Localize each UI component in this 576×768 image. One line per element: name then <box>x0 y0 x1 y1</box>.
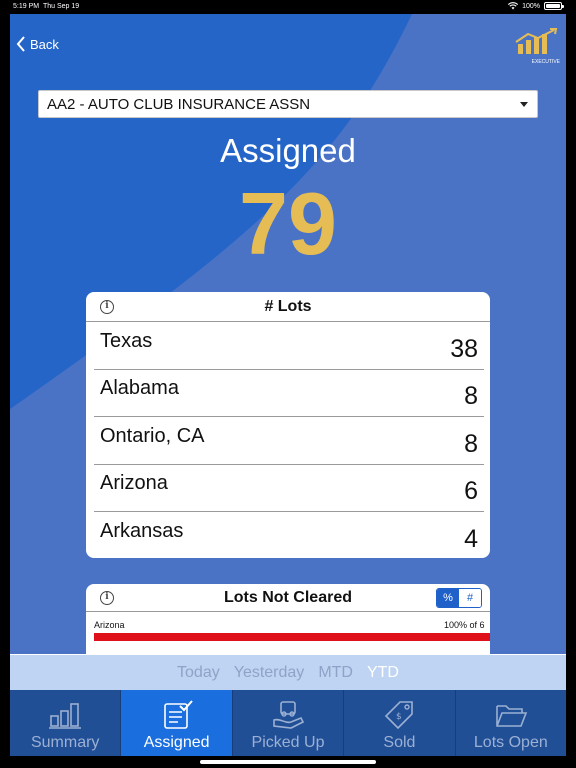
tab-label: Summary <box>30 734 100 751</box>
lots-row-name: Ontario, CA <box>100 424 205 447</box>
bar-label: Arizona <box>94 620 125 630</box>
lots-row[interactable]: Arkansas 4 <box>94 512 484 558</box>
tab-lots-open[interactable]: Lots Open <box>456 690 566 756</box>
lots-row[interactable]: Ontario, CA 8 <box>94 417 484 465</box>
period-yesterday[interactable]: Yesterday <box>234 664 305 682</box>
tab-label: Lots Open <box>473 734 548 751</box>
account-dropdown-value: AA2 - AUTO CLUB INSURANCE ASSN <box>47 95 311 113</box>
tab-assigned[interactable]: Assigned <box>121 690 233 756</box>
bar-percent-text: 100% of 6 <box>444 620 485 630</box>
count-toggle-button[interactable]: # <box>459 589 481 607</box>
lots-row-name: Texas <box>100 329 153 352</box>
lots-row[interactable]: Arizona 6 <box>94 465 484 512</box>
lots-row[interactable]: Alabama 8 <box>94 370 484 417</box>
info-icon[interactable]: i <box>100 300 114 314</box>
lots-card: i # Lots Texas 38 Alabama 8 Ontario, CA 8 A… <box>86 292 490 558</box>
period-ytd[interactable]: YTD <box>367 664 399 682</box>
period-mtd[interactable]: MTD <box>318 664 353 682</box>
tab-label: Assigned <box>143 734 210 751</box>
bar-track <box>94 633 490 641</box>
status-right: 100% <box>508 2 564 10</box>
svg-text:$: $ <box>396 712 402 722</box>
lots-list: Texas 38 Alabama 8 Ontario, CA 8 Arizona 6 A… <box>86 322 490 558</box>
tab-bar: Summary Assigned Picked Up $ Sold Lots O… <box>10 690 566 756</box>
price-tag-icon: $ <box>385 701 414 730</box>
lots-card-header: i # Lots <box>86 292 490 322</box>
lots-row-value: 8 <box>464 429 478 458</box>
wifi-icon <box>508 2 519 10</box>
battery-percent: 100% <box>522 2 540 10</box>
executive-logo: EXECUTIVE <box>514 28 560 65</box>
tab-picked-up[interactable]: Picked Up <box>233 690 345 756</box>
lots-row-value: 6 <box>464 477 478 506</box>
hand-car-icon <box>273 701 305 729</box>
lots-row-value: 38 <box>450 334 478 363</box>
period-selector: Today Yesterday MTD YTD <box>10 654 566 690</box>
lots-row[interactable]: Texas 38 <box>94 322 484 370</box>
app-screen: Back EXECUTIVE AA2 - AUTO CLUB INSURANCE… <box>10 14 566 756</box>
bar-chart-icon <box>49 703 82 729</box>
percent-toggle-button[interactable]: % <box>437 589 459 607</box>
tab-sold[interactable]: $ Sold <box>344 690 456 756</box>
battery-icon <box>544 2 564 10</box>
caret-down-icon <box>520 102 528 107</box>
bar-fill <box>94 633 490 641</box>
back-button[interactable]: Back <box>16 36 59 52</box>
lots-row-name: Arkansas <box>100 520 184 543</box>
clipboard-check-icon <box>163 700 193 729</box>
not-cleared-title: Lots Not Cleared <box>223 589 352 606</box>
chevron-left-icon <box>16 36 25 52</box>
back-label: Back <box>30 36 59 52</box>
metric-value: 79 <box>239 174 337 273</box>
home-indicator[interactable] <box>200 760 376 764</box>
percent-count-toggle: % # <box>436 588 482 608</box>
tab-label: Sold <box>383 734 416 751</box>
tab-label: Picked Up <box>251 734 325 751</box>
lots-row-value: 8 <box>464 382 478 411</box>
chart-logo-icon <box>515 28 558 54</box>
lots-row-name: Alabama <box>100 377 179 400</box>
lots-row-value: 4 <box>464 525 478 554</box>
status-time: 5:19 PM Thu Sep 19 <box>13 3 80 10</box>
tab-summary[interactable]: Summary <box>10 690 122 756</box>
folder-open-icon <box>496 705 527 727</box>
metric-title: Assigned <box>220 132 356 169</box>
not-cleared-card: i Lots Not Cleared % # Arizona 100% of 6 <box>86 584 490 656</box>
account-dropdown[interactable]: AA2 - AUTO CLUB INSURANCE ASSN <box>38 90 538 118</box>
not-cleared-header: i Lots Not Cleared % # <box>86 584 490 612</box>
status-bar: 5:19 PM Thu Sep 19 100% <box>0 0 576 14</box>
period-today[interactable]: Today <box>177 664 220 682</box>
logo-text: EXECUTIVE <box>531 59 560 65</box>
lots-card-title: # Lots <box>264 298 312 315</box>
info-icon[interactable]: i <box>100 591 114 605</box>
lots-row-name: Arizona <box>100 472 168 495</box>
